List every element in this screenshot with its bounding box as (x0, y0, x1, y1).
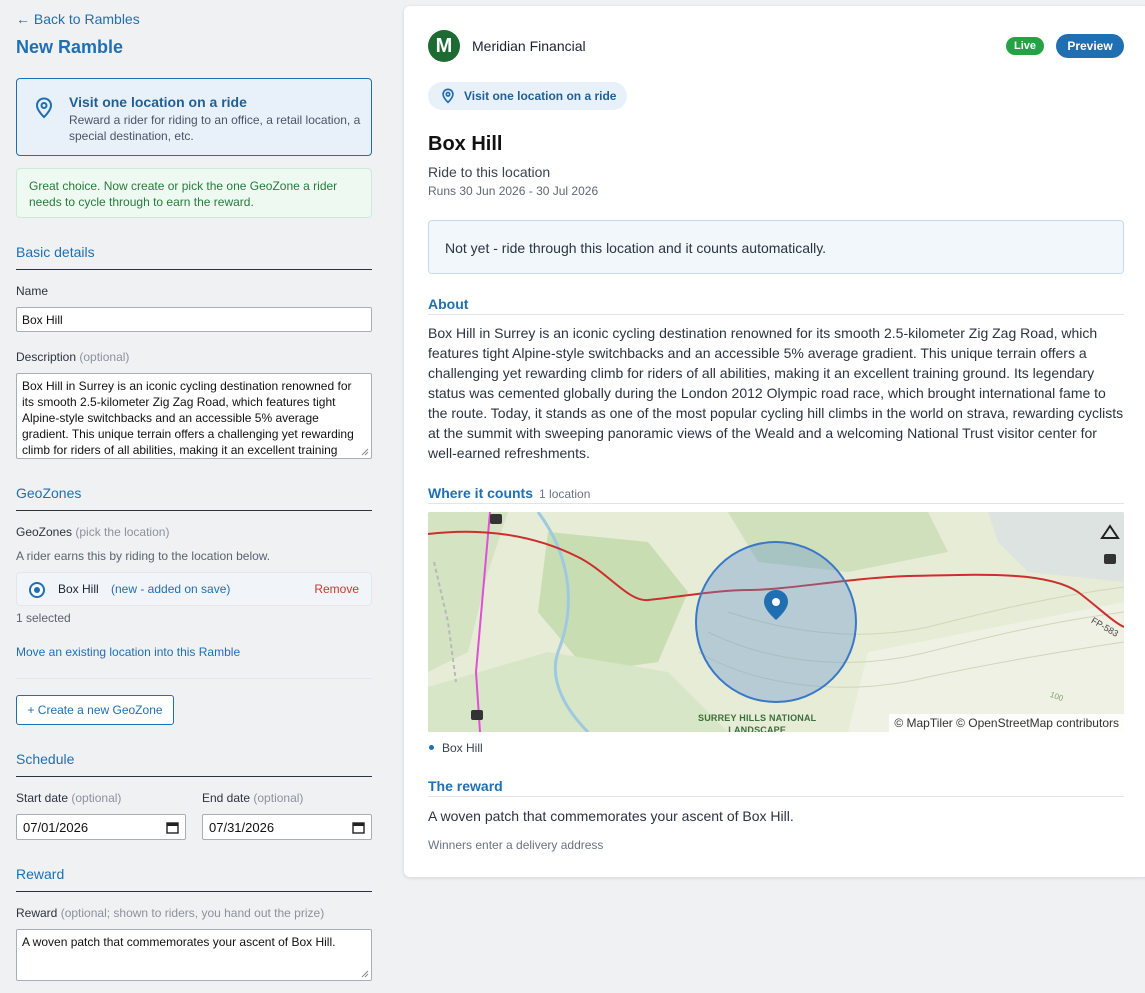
end-date-label: End date (optional) (202, 791, 303, 805)
map-area-label: SURREY HILLS NATIONAL LANDSCAPE (698, 712, 816, 732)
start-date-value: 07/01/2026 (23, 820, 89, 835)
geozone-map[interactable]: FP-583 100 SURREY HILLS NATIONAL LANDSCA… (428, 512, 1124, 732)
ramble-preview-card: M Meridian Financial Live Preview Visit … (404, 6, 1145, 877)
reward-label: Reward (optional; shown to riders, you h… (16, 906, 324, 920)
map-attribution[interactable]: © MapTiler © OpenStreetMap contributors (889, 714, 1124, 732)
ramble-run-dates: Runs 30 Jun 2026 - 30 Jul 2026 (428, 184, 599, 198)
end-date-value: 07/31/2026 (209, 820, 275, 835)
geozones-help: A rider earns this by riding to the loca… (16, 549, 271, 563)
preview-button[interactable]: Preview (1056, 34, 1124, 58)
move-existing-location-link[interactable]: Move an existing location into this Ramb… (16, 645, 240, 659)
about-heading: About (428, 296, 1124, 315)
where-it-counts-title: Where it counts (428, 485, 534, 501)
schedule-heading: Schedule (16, 751, 372, 777)
description-textarea[interactable]: Box Hill in Surrey is an iconic cycling … (16, 373, 372, 459)
reward-label-text: Reward (16, 906, 58, 920)
description-optional-hint: (optional) (79, 350, 130, 364)
remove-geozone-button[interactable]: Remove (314, 582, 359, 596)
ramble-title: Box Hill (428, 133, 503, 155)
description-label-text: Description (16, 350, 77, 364)
ramble-type-description: Reward a rider for riding to an office, … (69, 113, 361, 143)
start-date-input[interactable]: 07/01/2026 (16, 814, 186, 840)
where-it-counts-heading: Where it counts 1 location (428, 485, 1124, 504)
geozones-label-text: GeoZones (16, 525, 73, 539)
geozones-label: GeoZones (pick the location) (16, 525, 169, 539)
legend-location-name: Box Hill (442, 741, 483, 755)
reward-label-hint: (optional; shown to riders, you hand out… (60, 906, 325, 920)
ramble-type-title: Visit one location on a ride (69, 94, 247, 110)
reward-delivery-note: Winners enter a delivery address (428, 838, 604, 852)
reward-textarea[interactable]: A woven patch that commemorates your asc… (16, 929, 372, 981)
progress-status: Not yet - ride through this location and… (428, 220, 1124, 274)
selected-count: 1 selected (16, 611, 71, 625)
basic-details-heading: Basic details (16, 244, 372, 270)
reward-text: A woven patch that commemorates your asc… (22, 935, 336, 949)
calendar-icon[interactable] (352, 821, 365, 834)
location-pin-icon (442, 88, 454, 104)
start-date-label-text: Start date (16, 791, 69, 805)
reward-heading: Reward (16, 866, 372, 892)
end-date-optional-hint: (optional) (253, 791, 304, 805)
live-badge: Live (1006, 37, 1045, 55)
end-date-input[interactable]: 07/31/2026 (202, 814, 372, 840)
reward-preview-heading: The reward (428, 778, 1124, 797)
geozone-name: Box Hill (58, 582, 99, 596)
org-name: Meridian Financial (472, 38, 586, 54)
ramble-type-pill: Visit one location on a ride (428, 82, 628, 110)
map-area-label-line1: SURREY HILLS NATIONAL (698, 713, 817, 723)
geozone-item[interactable]: Box Hill (new - added on save) Remove (16, 572, 372, 606)
geozones-label-hint: (pick the location) (75, 525, 170, 539)
legend-dot (429, 745, 434, 750)
ramble-type-card[interactable]: Visit one location on a ride Reward a ri… (16, 78, 372, 156)
ramble-type-pill-label: Visit one location on a ride (464, 89, 617, 103)
geozone-status: (new - added on save) (111, 582, 231, 596)
location-count: 1 location (539, 487, 591, 501)
org-logo: M (428, 30, 460, 62)
name-input[interactable]: Box Hill (16, 307, 372, 332)
start-date-label: Start date (optional) (16, 791, 121, 805)
resize-handle-icon[interactable] (361, 970, 369, 978)
resize-handle-icon[interactable] (361, 448, 369, 456)
page-title: New Ramble (16, 37, 124, 57)
geozones-heading: GeoZones (16, 485, 372, 511)
name-label: Name (16, 284, 49, 298)
reward-preview-text: A woven patch that commemorates your asc… (428, 808, 794, 824)
end-date-label-text: End date (202, 791, 251, 805)
calendar-icon[interactable] (166, 821, 179, 834)
geozone-radio[interactable] (29, 582, 45, 598)
location-pin-icon (35, 97, 53, 119)
success-notice: Great choice. Now create or pick the one… (16, 168, 372, 218)
description-label: Description (optional) (16, 350, 129, 364)
map-tiles (428, 512, 1124, 732)
back-to-rambles-link[interactable]: ← Back to Rambles (16, 11, 140, 27)
geozones-divider (16, 678, 372, 679)
map-area-label-line2: LANDSCAPE (728, 725, 787, 732)
ramble-subtitle: Ride to this location (428, 164, 551, 180)
create-geozone-button[interactable]: + Create a new GeoZone (16, 695, 174, 725)
description-text: Box Hill in Surrey is an iconic cycling … (22, 379, 354, 457)
about-text: Box Hill in Surrey is an iconic cycling … (428, 325, 1124, 461)
start-date-optional-hint: (optional) (71, 791, 122, 805)
